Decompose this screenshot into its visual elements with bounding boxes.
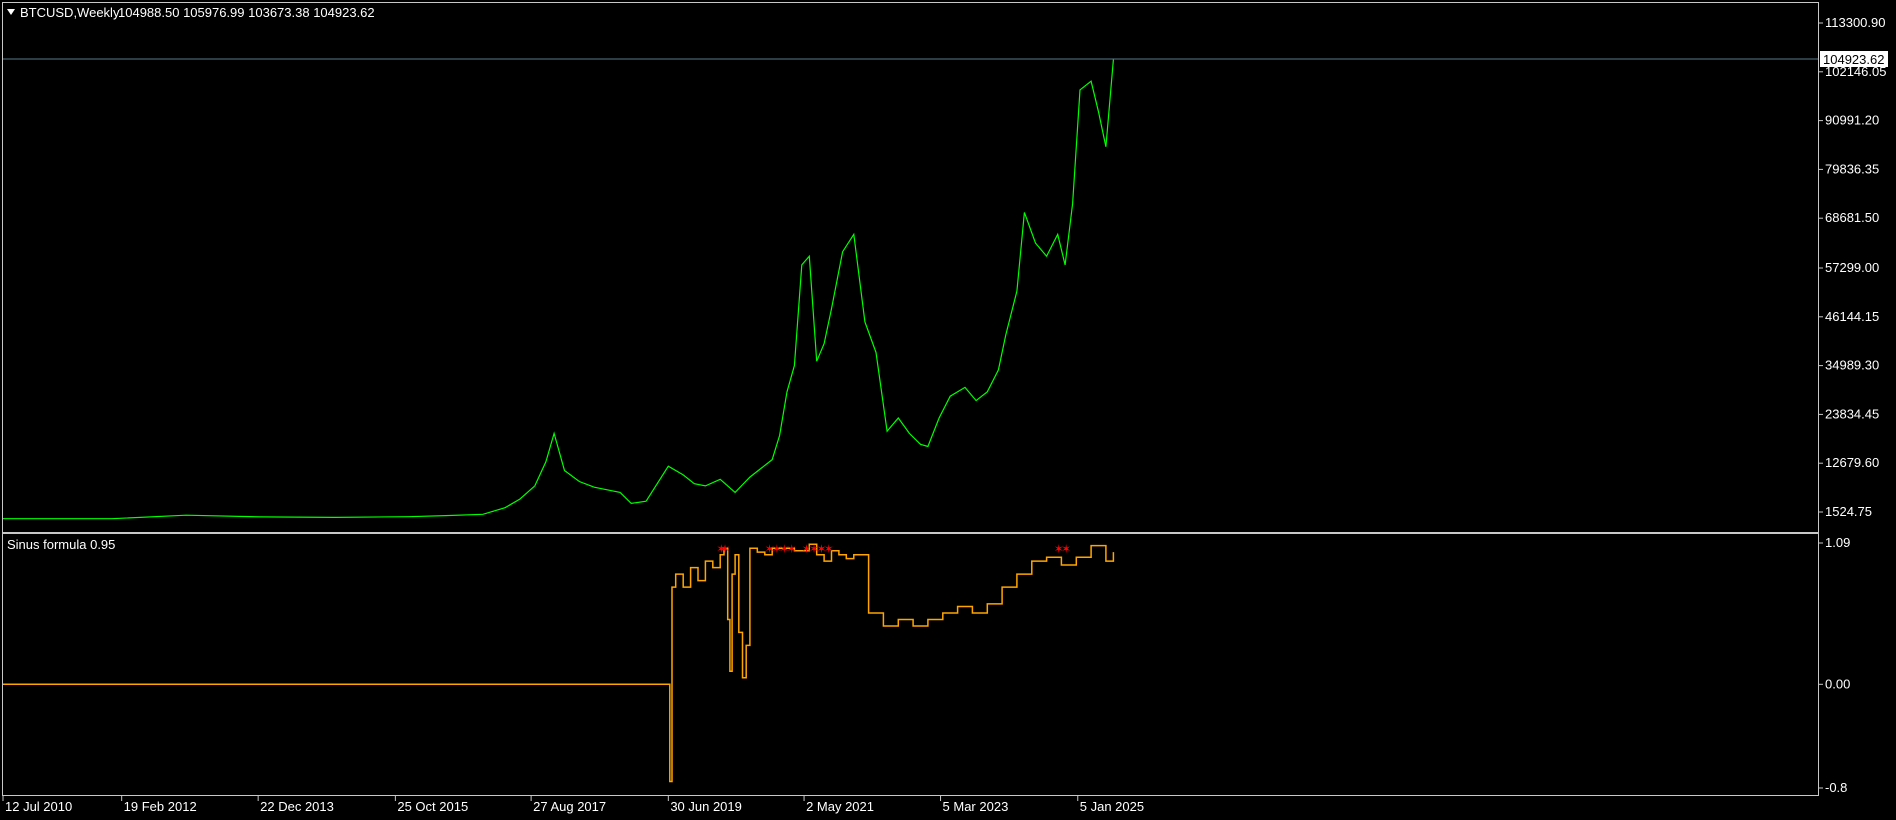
price-pane-frame (2, 2, 1819, 533)
price-tick-label: 68681.50 (1825, 210, 1879, 225)
signal-marker: ✶ (824, 542, 834, 556)
signal-marker: ✶ (720, 542, 730, 556)
time-tick-label: 30 Jun 2019 (670, 799, 742, 814)
indicator-tick-label: 1.09 (1825, 535, 1850, 550)
indicator-axis: 1.09 0.00 -0.8 (1818, 535, 1850, 795)
price-tick-label: 57299.00 (1825, 260, 1879, 275)
time-tick-label: 2 May 2021 (806, 799, 874, 814)
price-tick-label: 102146.05 (1825, 64, 1886, 79)
time-tick-label: 12 Jul 2010 (5, 799, 72, 814)
price-tick-label: 1524.75 (1825, 504, 1872, 519)
price-tick-label: 34989.30 (1825, 358, 1879, 373)
indicator-tick-label: 0.00 (1825, 676, 1850, 691)
ohlc-values: 104988.50 105976.99 103673.38 104923.62 (118, 5, 375, 20)
indicator-line (3, 543, 1115, 783)
signal-marker: ✶ (1061, 542, 1071, 556)
time-tick-label: 25 Oct 2015 (397, 799, 468, 814)
time-tick-label: 5 Jan 2025 (1080, 799, 1144, 814)
indicator-label: Sinus formula 0.95 (7, 537, 115, 552)
triangle-down-icon[interactable] (7, 9, 15, 15)
time-tick-label: 22 Dec 2013 (260, 799, 334, 814)
time-tick-label: 19 Feb 2012 (124, 799, 197, 814)
time-axis: 12 Jul 2010 19 Feb 2012 22 Dec 2013 25 Oct … (2, 796, 1144, 814)
symbol-label: BTCUSD,Weekly (20, 5, 120, 20)
price-plot (3, 59, 1114, 520)
price-tick-label: 113300.90 (1825, 15, 1886, 30)
price-axis: 113300.90 102146.05 90991.20 79836.35 68681.… (1818, 15, 1886, 519)
price-tick-label: 46144.15 (1825, 309, 1879, 324)
time-tick-label: 27 Aug 2017 (533, 799, 606, 814)
price-line (3, 59, 1114, 520)
price-tick-label: 79836.35 (1825, 161, 1879, 176)
signal-marker: ✶ (787, 542, 797, 556)
indicator-tick-label: -0.8 (1825, 780, 1847, 795)
price-tick-label: 23834.45 (1825, 406, 1879, 421)
price-tick-label: 90991.20 (1825, 113, 1879, 128)
price-tick-label: 12679.60 (1825, 455, 1879, 470)
time-tick-label: 5 Mar 2023 (943, 799, 1009, 814)
indicator-plot: ✶✶ ✶✶✶✶ ✶✶✶✶ ✶✶ (3, 542, 1115, 783)
chart-window[interactable]: BTCUSD,Weekly 104988.50 105976.99 103673… (0, 0, 1896, 820)
indicator-pane-frame (2, 533, 1819, 796)
